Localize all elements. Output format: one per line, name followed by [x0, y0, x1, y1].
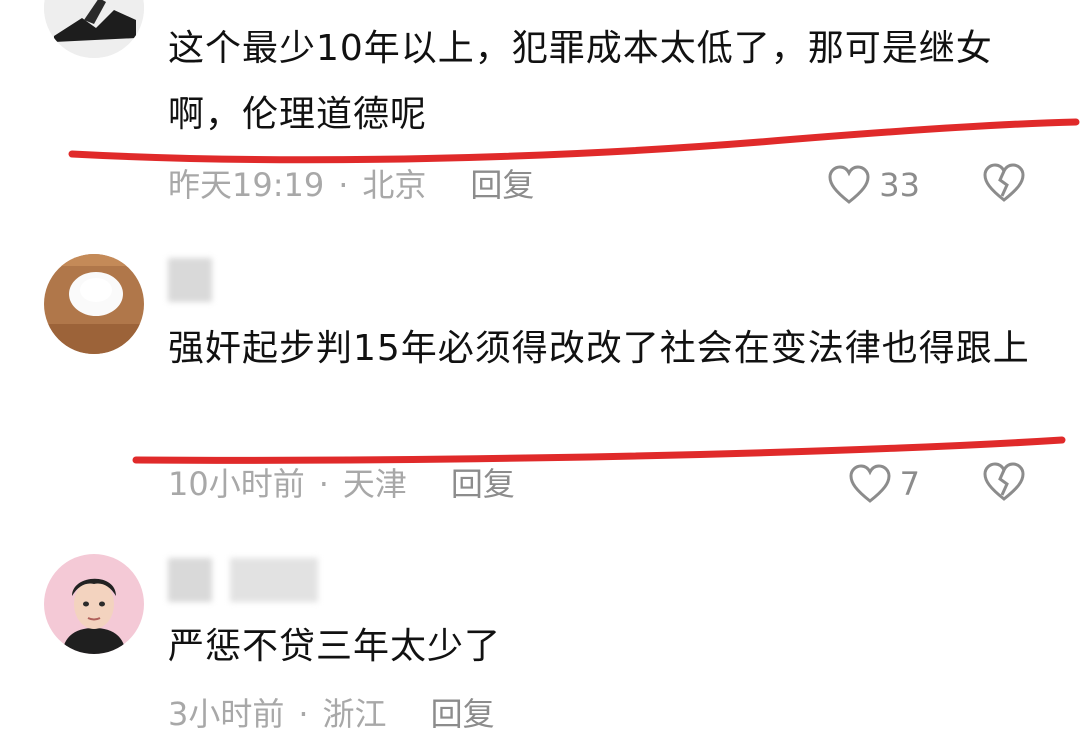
- like-button[interactable]: 7: [848, 462, 920, 506]
- comment-location: 浙江: [322, 695, 387, 733]
- reply-button[interactable]: 回复: [431, 695, 495, 733]
- comment-text: 这个最少10年以上，犯罪成本太低了，那可是继女啊，伦理道德呢: [168, 28, 993, 135]
- dislike-button[interactable]: [982, 462, 1026, 506]
- like-count: 7: [899, 465, 920, 503]
- username-redacted: [168, 558, 336, 602]
- like-button[interactable]: 33: [827, 163, 920, 207]
- wood-cup-avatar-icon: [44, 254, 144, 354]
- comment-location: 天津: [342, 465, 407, 503]
- comment-meta: 10小时前 · 天津 回复: [168, 462, 515, 506]
- reply-button[interactable]: 回复: [451, 465, 515, 503]
- comment-meta: 3小时前 · 浙江 回复: [168, 692, 495, 736]
- silhouette-avatar-icon: [44, 0, 144, 58]
- heart-icon: [828, 165, 870, 204]
- reply-button[interactable]: 回复: [470, 166, 534, 204]
- comment-meta: 昨天19:19 · 北京 回复: [168, 163, 534, 207]
- avatar[interactable]: [44, 0, 144, 58]
- dislike-button[interactable]: [982, 163, 1026, 207]
- meta-separator: ·: [318, 465, 329, 503]
- comment-time: 3小时前: [168, 695, 285, 733]
- username-redacted: [168, 258, 230, 302]
- comment-time: 昨天19:19: [168, 166, 325, 204]
- avatar[interactable]: [44, 554, 144, 654]
- like-count: 33: [879, 166, 920, 204]
- broken-heart-icon: [983, 462, 1025, 501]
- comment-text: 严惩不贷三年太少了: [168, 626, 502, 667]
- comment-location: 北京: [362, 166, 427, 204]
- heart-icon: [849, 464, 891, 503]
- broken-heart-icon: [983, 163, 1025, 202]
- red-underline-2: [132, 436, 1066, 464]
- avatar[interactable]: [44, 254, 144, 354]
- comment-text: 强奸起步判15年必须得改改了社会在变法律也得跟上: [168, 328, 1030, 369]
- comment-time: 10小时前: [168, 465, 305, 503]
- cartoon-man-avatar-icon: [44, 554, 144, 654]
- meta-separator: ·: [298, 695, 309, 733]
- meta-separator: ·: [338, 166, 349, 204]
